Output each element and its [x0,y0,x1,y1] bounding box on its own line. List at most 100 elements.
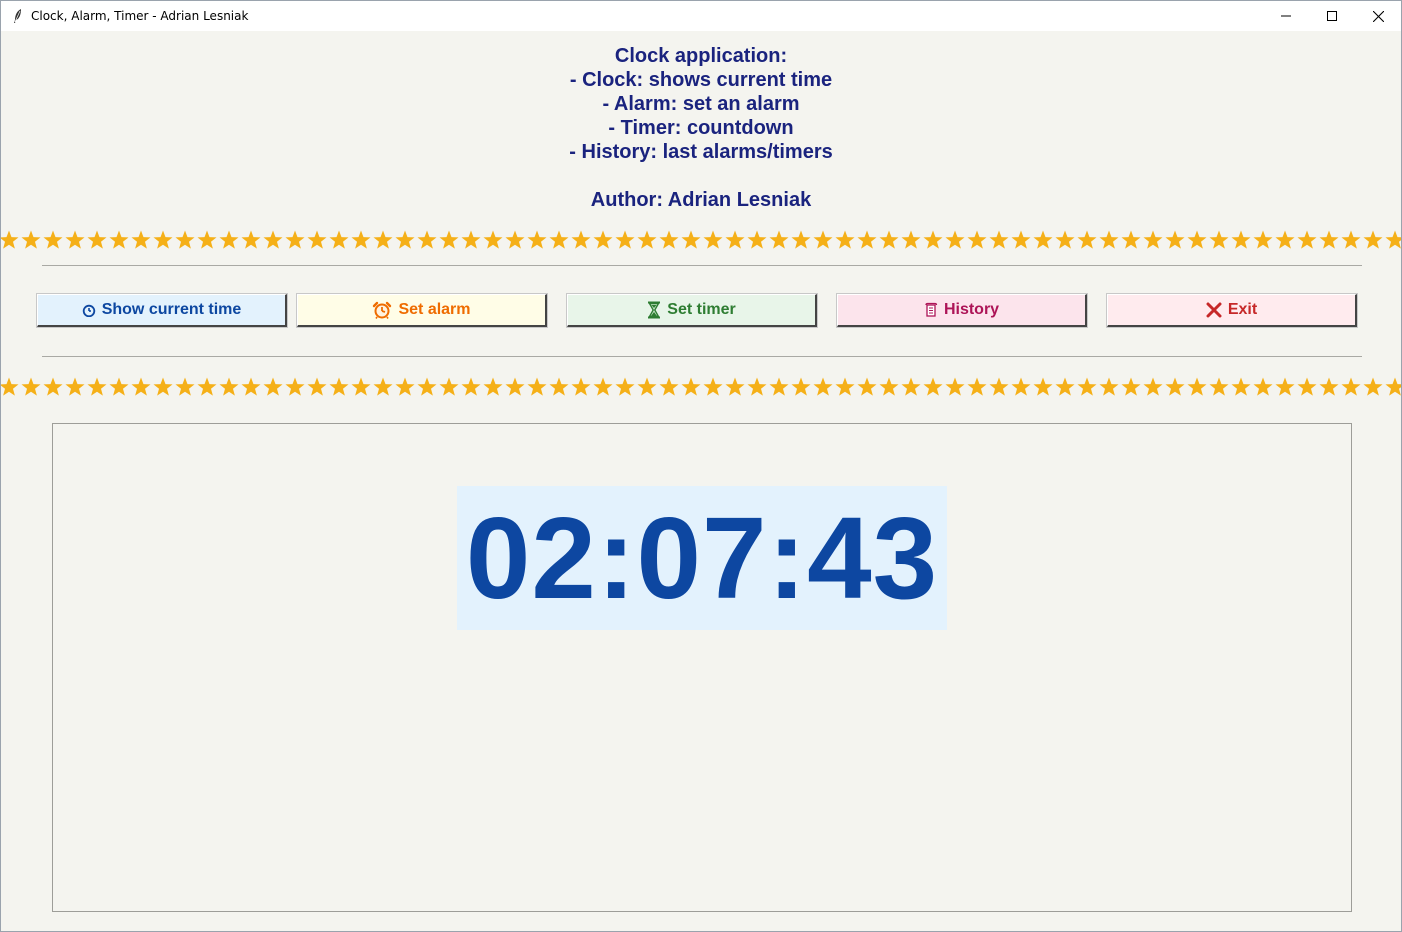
history-label: History [943,301,1000,318]
star-icon [505,377,525,396]
star-icon [1165,230,1185,249]
separator-bottom [42,356,1362,357]
star-icon [1209,230,1229,249]
star-border-bottom [1,375,1401,399]
star-icon [1143,230,1163,249]
star-icon [1297,230,1317,249]
star-icon [659,377,679,396]
star-icon [1341,230,1361,249]
star-icon [1231,230,1251,249]
star-icon [1033,377,1053,396]
star-icon [747,377,767,396]
star-icon [21,377,41,396]
info-line: - History: last alarms/timers [569,141,833,163]
star-icon [1143,377,1163,396]
star-icon [483,230,503,249]
star-icon [1099,230,1119,249]
star-icon [109,377,129,396]
star-icon [1385,377,1401,396]
set-alarm-label: Set alarm [398,301,471,318]
star-icon [153,377,173,396]
star-icon [593,377,613,396]
star-icon [813,377,833,396]
set-alarm-button[interactable]: Set alarm [296,293,548,328]
star-icon [197,377,217,396]
star-icon [43,377,63,396]
title-bar: Clock, Alarm, Timer - Adrian Lesniak [1,1,1401,31]
star-icon [857,377,877,396]
star-icon [703,230,723,249]
star-icon [901,230,921,249]
app-window: Clock, Alarm, Timer - Adrian Lesniak Clo… [0,0,1402,932]
exit-label: Exit [1227,301,1258,318]
exit-button[interactable]: Exit [1106,293,1358,328]
show-current-time-button[interactable]: Show current time [36,293,288,328]
star-icon [153,230,173,249]
info-line: - Alarm: set an alarm [602,93,800,115]
star-icon [241,377,261,396]
star-icon [725,230,745,249]
star-icon [1121,377,1141,396]
star-icon [879,230,899,249]
star-icon [417,230,437,249]
star-icon [1165,377,1185,396]
history-button[interactable]: History [836,293,1088,328]
star-icon [65,230,85,249]
star-icon [1319,377,1339,396]
close-icon [1372,10,1384,22]
star-icon [945,230,965,249]
star-icon [1275,377,1295,396]
star-icon [901,377,921,396]
star-icon [725,377,745,396]
button-row: Show current time Set alarm Set timer Hi… [1,293,1401,328]
star-icon [439,230,459,249]
star-icon [1,377,19,396]
star-border-top [1,228,1401,252]
star-icon [417,377,437,396]
star-icon [879,377,899,396]
star-icon [329,377,349,396]
clock-icon [82,303,96,317]
close-button[interactable] [1355,1,1401,31]
info-spacer [1,164,1401,188]
star-icon [1363,230,1383,249]
set-timer-button[interactable]: Set timer [566,293,818,328]
star-icon [1385,230,1401,249]
star-icon [131,230,151,249]
star-icon [813,230,833,249]
alarm-clock-icon [372,301,392,319]
star-icon [593,230,613,249]
star-icon [285,377,305,396]
star-icon [703,377,723,396]
star-icon [395,377,415,396]
current-time-display: 02:07:43 [457,486,947,630]
star-icon [461,377,481,396]
set-timer-label: Set timer [667,301,736,318]
star-icon [505,230,525,249]
star-icon [351,377,371,396]
info-line: - Clock: shows current time [569,69,833,91]
star-icon [923,230,943,249]
star-icon [571,230,591,249]
maximize-icon [1327,11,1337,21]
star-icon [923,377,943,396]
star-icon [791,230,811,249]
star-icon [87,377,107,396]
star-icon [395,230,415,249]
show-current-time-label: Show current time [101,301,242,318]
maximize-button[interactable] [1309,1,1355,31]
separator-top [42,265,1362,266]
star-icon [967,230,987,249]
star-icon [1297,377,1317,396]
star-icon [43,230,63,249]
star-icon [1187,230,1207,249]
star-icon [219,230,239,249]
star-icon [1055,230,1075,249]
star-icon [1341,377,1361,396]
star-icon [65,377,85,396]
minimize-button[interactable] [1263,1,1309,31]
star-icon [681,377,701,396]
star-icon [1077,230,1097,249]
feather-icon [11,8,25,24]
star-icon [1099,377,1119,396]
